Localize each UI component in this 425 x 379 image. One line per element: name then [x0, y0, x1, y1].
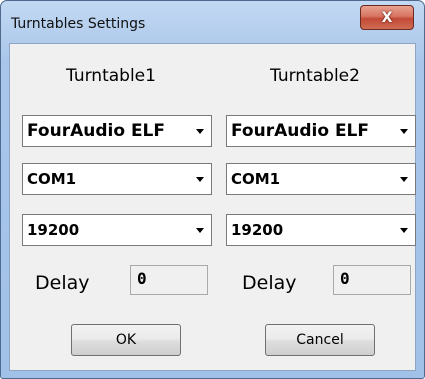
turntable2-model-select[interactable]: FourAudio ELF [226, 115, 416, 147]
turntable1-model-select[interactable]: FourAudio ELF [22, 115, 212, 147]
cancel-button[interactable]: Cancel [265, 324, 375, 356]
window-title: Turntables Settings [11, 16, 146, 32]
chevron-down-icon [196, 227, 204, 233]
turntable1-baud-value: 19200 [27, 221, 80, 239]
turntable2-delay-label: Delay [242, 272, 297, 294]
chevron-down-icon [400, 128, 408, 134]
turntable1-delay-field[interactable]: 0 [130, 265, 208, 295]
close-icon: X [381, 9, 393, 26]
chevron-down-icon [400, 176, 408, 182]
turntable2-port-value: COM1 [231, 170, 281, 188]
chevron-down-icon [400, 227, 408, 233]
dialog-body: Turntable1 Turntable2 FourAudio ELF Four… [9, 43, 416, 371]
chevron-down-icon [196, 128, 204, 134]
turntable1-header: Turntable1 [66, 66, 156, 86]
chevron-down-icon [196, 176, 204, 182]
turntable1-port-value: COM1 [27, 170, 77, 188]
turntable2-baud-value: 19200 [231, 221, 284, 239]
ok-button[interactable]: OK [71, 324, 181, 356]
turntable1-baud-select[interactable]: 19200 [22, 214, 212, 246]
turntable1-model-value: FourAudio ELF [27, 121, 166, 141]
turntable2-header: Turntable2 [270, 66, 360, 86]
close-button[interactable]: X [360, 5, 414, 30]
title-bar[interactable]: Turntables Settings X [1, 1, 424, 43]
turntable2-baud-select[interactable]: 19200 [226, 214, 416, 246]
turntable2-port-select[interactable]: COM1 [226, 163, 416, 195]
settings-dialog: Turntables Settings X Turntable1 Turntab… [0, 0, 425, 379]
turntable1-port-select[interactable]: COM1 [22, 163, 212, 195]
turntable1-delay-label: Delay [35, 272, 90, 294]
turntable2-model-value: FourAudio ELF [231, 121, 370, 141]
turntable2-delay-field[interactable]: 0 [333, 265, 411, 295]
